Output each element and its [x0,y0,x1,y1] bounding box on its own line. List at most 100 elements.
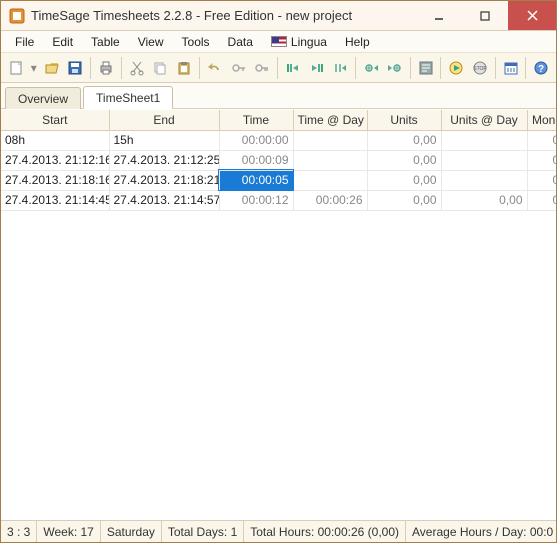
cell-money[interactable]: 0, [527,150,556,170]
insert-row-before-button[interactable] [282,56,304,80]
help-button[interactable]: ? [530,56,552,80]
cell-units[interactable]: 0,00 [367,170,441,190]
cell-units[interactable]: 0,00 [367,130,441,150]
open-button[interactable] [41,56,63,80]
cell-units_day[interactable] [441,170,527,190]
cell-start[interactable]: 08h [1,130,109,150]
copy-button[interactable] [150,56,172,80]
save-button[interactable] [65,56,87,80]
cell-units_day[interactable] [441,130,527,150]
table-header-row: Start End Time Time @ Day Units Units @ … [1,110,556,130]
cell-money[interactable]: 0, [527,170,556,190]
key-button[interactable] [228,56,250,80]
separator [121,57,122,79]
cell-units[interactable]: 0,00 [367,150,441,170]
cell-start[interactable]: 27.4.2013. 21:12:16 [1,150,109,170]
status-total-days: Total Days: 1 [162,521,244,542]
col-end[interactable]: End [109,110,219,130]
cell-time_day[interactable]: 00:00:26 [293,190,367,210]
cell-start[interactable]: 27.4.2013. 21:14:45 [1,190,109,210]
window-buttons [416,1,556,30]
table-row[interactable]: 08h15h00:00:00 0,00 0, [1,130,556,150]
table-row[interactable]: 27.4.2013. 21:18:1627.4.2013. 21:18:2100… [1,170,556,190]
cell-units_day[interactable]: 0,00 [441,190,527,210]
cell-end[interactable]: 27.4.2013. 21:14:57 [109,190,219,210]
status-day: Saturday [101,521,162,542]
app-icon [9,8,25,24]
shift-right-button[interactable] [384,56,406,80]
stop-timer-button[interactable]: STOP [469,56,491,80]
toolbar: ▾ STOP ? [1,53,556,83]
menu-table[interactable]: Table [83,33,128,51]
key2-button[interactable] [251,56,273,80]
undo-button[interactable] [204,56,226,80]
col-units-day[interactable]: Units @ Day [441,110,527,130]
notes-button[interactable] [415,56,437,80]
cell-time[interactable]: 00:00:12 [219,190,293,210]
cell-time_day[interactable] [293,130,367,150]
new-button[interactable] [5,56,27,80]
menubar: File Edit Table View Tools Data Lingua H… [1,31,556,53]
status-average: Average Hours / Day: 00:0 [406,521,556,542]
menu-file[interactable]: File [7,33,42,51]
cell-money[interactable]: 0, [527,190,556,210]
cell-time[interactable]: 00:00:05 [219,170,293,190]
status-week: Week: 17 [37,521,100,542]
maximize-button[interactable] [462,1,508,30]
flag-icon [271,36,287,47]
print-button[interactable] [95,56,117,80]
grid-area: Start End Time Time @ Day Units Units @ … [1,109,556,520]
menu-edit[interactable]: Edit [44,33,81,51]
col-time[interactable]: Time [219,110,293,130]
dropdown-arrow-icon[interactable]: ▾ [29,61,39,75]
timesheet-table[interactable]: Start End Time Time @ Day Units Units @ … [1,110,556,211]
tab-overview[interactable]: Overview [5,87,81,109]
shift-left-button[interactable] [360,56,382,80]
col-units[interactable]: Units [367,110,441,130]
separator [525,57,526,79]
menu-view[interactable]: View [130,33,172,51]
insert-row-after-button[interactable] [306,56,328,80]
cell-end[interactable]: 27.4.2013. 21:12:25 [109,150,219,170]
menu-tools[interactable]: Tools [174,33,218,51]
close-button[interactable] [508,1,556,30]
menu-lingua-label: Lingua [291,35,327,49]
col-start[interactable]: Start [1,110,109,130]
cell-time_day[interactable] [293,150,367,170]
separator [355,57,356,79]
cell-money[interactable]: 0, [527,130,556,150]
minimize-button[interactable] [416,1,462,30]
app-window: TimeSage Timesheets 2.2.8 - Free Edition… [0,0,557,543]
grid-empty-area[interactable] [1,211,556,521]
col-time-day[interactable]: Time @ Day [293,110,367,130]
cell-end[interactable]: 27.4.2013. 21:18:21 [109,170,219,190]
table-row[interactable]: 27.4.2013. 21:14:4527.4.2013. 21:14:5700… [1,190,556,210]
insert-rows-button[interactable] [330,56,352,80]
menu-lingua[interactable]: Lingua [263,33,335,51]
table-row[interactable]: 27.4.2013. 21:12:1627.4.2013. 21:12:2500… [1,150,556,170]
start-timer-button[interactable] [445,56,467,80]
cell-time_day[interactable] [293,170,367,190]
cell-units[interactable]: 0,00 [367,190,441,210]
statusbar: 3 : 3 Week: 17 Saturday Total Days: 1 To… [1,520,556,542]
status-position: 3 : 3 [1,521,37,542]
cell-time[interactable]: 00:00:00 [219,130,293,150]
cell-start[interactable]: 27.4.2013. 21:18:16 [1,170,109,190]
separator [199,57,200,79]
svg-text:STOP: STOP [473,66,487,72]
paste-button[interactable] [173,56,195,80]
calendar-button[interactable] [500,56,522,80]
svg-text:?: ? [538,64,544,75]
titlebar: TimeSage Timesheets 2.2.8 - Free Edition… [1,1,556,31]
menu-data[interactable]: Data [220,33,261,51]
menu-help[interactable]: Help [337,33,378,51]
separator [277,57,278,79]
tabstrip: Overview TimeSheet1 [1,83,556,109]
col-money[interactable]: Mone [527,110,556,130]
cell-end[interactable]: 15h [109,130,219,150]
tab-timesheet1[interactable]: TimeSheet1 [83,86,173,109]
cell-time[interactable]: 00:00:09 [219,150,293,170]
separator [495,57,496,79]
cut-button[interactable] [126,56,148,80]
cell-units_day[interactable] [441,150,527,170]
